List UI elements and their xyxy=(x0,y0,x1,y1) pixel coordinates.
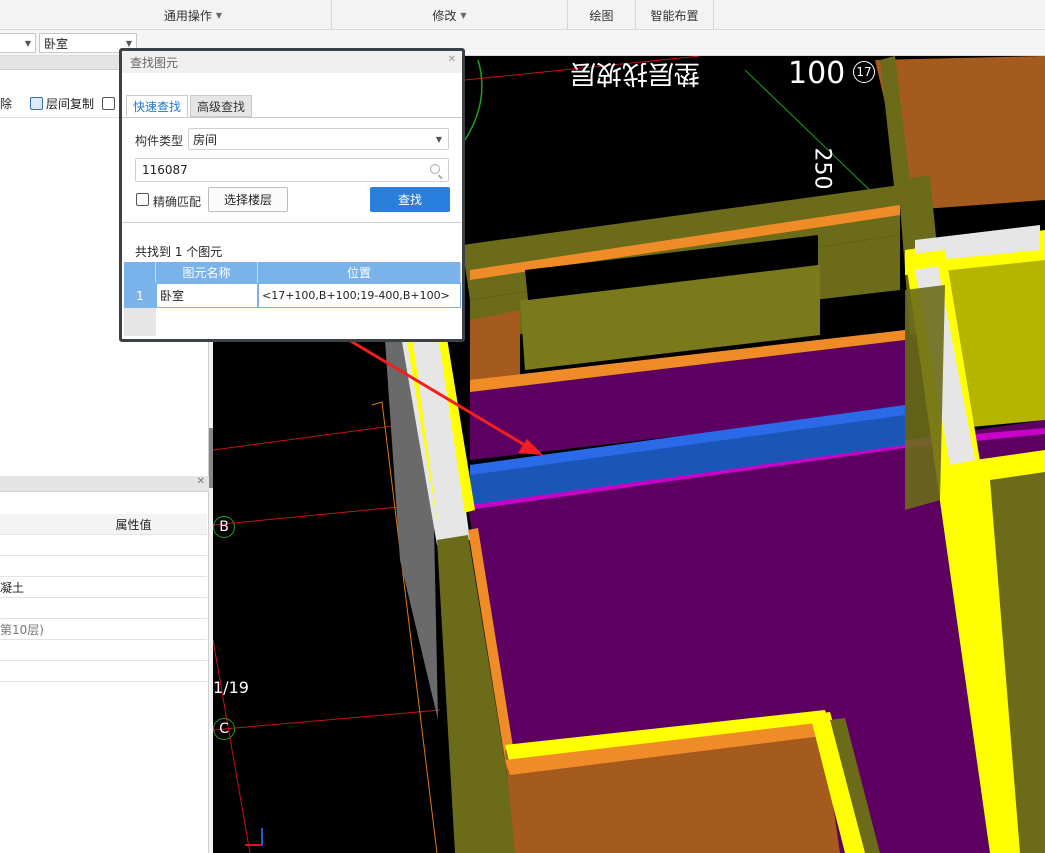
more-tool-button[interactable] xyxy=(102,97,118,110)
chevron-down-icon: ▼ xyxy=(24,38,31,48)
find-button[interactable]: 查找 xyxy=(370,187,450,212)
close-icon[interactable]: ✕ xyxy=(197,476,205,487)
ribbon-group-general[interactable]: 通用操作 ▼ xyxy=(55,0,332,30)
property-row[interactable]: 凝土 xyxy=(0,577,207,598)
ribbon-group-label: 修改 xyxy=(432,8,457,23)
close-icon[interactable]: ✕ xyxy=(448,54,456,65)
property-row[interactable] xyxy=(0,556,207,577)
tab-quick-search[interactable]: 快速查找 xyxy=(126,95,189,117)
delete-label: 除 xyxy=(0,97,13,111)
floor-copy-label: 层间复制 xyxy=(46,97,95,111)
ribbon-group-label: 通用操作 xyxy=(163,8,212,23)
ribbon-group-modify[interactable]: 修改 ▼ xyxy=(332,0,568,30)
type-select[interactable]: 房间 ▼ xyxy=(188,128,449,150)
select-floor-button[interactable]: 选择楼层 xyxy=(208,187,288,212)
ribbon-group-label: 绘图 xyxy=(589,8,614,23)
table-corner xyxy=(124,262,156,283)
property-row[interactable] xyxy=(0,535,207,556)
table-empty-gutter xyxy=(124,308,156,336)
search-input[interactable]: 116087 xyxy=(135,158,449,182)
column-header-position: 位置 xyxy=(258,262,461,283)
search-input-value: 116087 xyxy=(142,163,188,177)
tab-advanced-search[interactable]: 高级查找 xyxy=(190,95,253,117)
chevron-down-icon: ▼ xyxy=(460,10,467,20)
ribbon-group-smart-layout[interactable]: 智能布置 xyxy=(636,0,714,30)
property-row[interactable]: 第10层) xyxy=(0,619,207,640)
property-value-header: 属性值 xyxy=(0,514,207,535)
ribbon: 通用操作 ▼ 修改 ▼ 绘图 智能布置 xyxy=(0,0,1045,30)
divider xyxy=(122,222,462,223)
type-select-value: 房间 xyxy=(193,132,218,147)
exact-match-label: 精确匹配 xyxy=(153,195,202,209)
column-header-name: 图元名称 xyxy=(156,262,258,283)
property-row[interactable] xyxy=(0,661,207,682)
dialog-tabs: 快速查找 高级查找 xyxy=(126,95,254,117)
property-grid: 属性值 凝土 第10层) xyxy=(0,514,207,682)
copy-icon xyxy=(30,97,44,110)
exact-match-checkbox[interactable] xyxy=(136,193,149,206)
search-icon[interactable] xyxy=(430,164,440,174)
chevron-down-icon: ▼ xyxy=(435,134,442,144)
table-row[interactable]: 1 卧室 <17+100,B+100;19-400,B+100> xyxy=(124,283,461,308)
cell-position[interactable]: <17+100,B+100;19-400,B+100> xyxy=(258,283,461,308)
category-combo[interactable]: ▼ xyxy=(0,33,36,53)
table-header: 图元名称 位置 xyxy=(124,262,461,283)
delete-button[interactable]: 除 xyxy=(0,95,12,112)
ribbon-group-label: 智能布置 xyxy=(650,8,699,23)
property-panel-header: ✕ xyxy=(0,476,209,492)
dialog-title: 查找图元 xyxy=(122,51,462,73)
chevron-down-icon: ▼ xyxy=(215,10,223,20)
dialog-body: 构件类型 房间 ▼ 116087 精确匹配 选择楼层 查找 共找到 1 个图元 … xyxy=(122,117,462,336)
type-label: 构件类型 xyxy=(135,134,184,148)
save-icon xyxy=(102,97,116,110)
floor-copy-button[interactable]: 层间复制 xyxy=(30,95,94,112)
result-table: 图元名称 位置 1 卧室 <17+100,B+100;19-400,B+100> xyxy=(124,262,461,336)
chevron-down-icon: ▼ xyxy=(125,38,132,48)
find-element-dialog: 查找图元 ✕ 快速查找 高级查找 构件类型 房间 ▼ 116087 精确匹配 选… xyxy=(119,48,465,342)
component-combo-value: 卧室 xyxy=(44,36,69,51)
ribbon-group-draw[interactable]: 绘图 xyxy=(568,0,636,30)
row-index: 1 xyxy=(124,283,156,308)
result-count: 共找到 1 个图元 xyxy=(135,245,223,259)
property-row[interactable] xyxy=(0,598,207,619)
property-row[interactable] xyxy=(0,640,207,661)
cell-name[interactable]: 卧室 xyxy=(156,283,258,308)
